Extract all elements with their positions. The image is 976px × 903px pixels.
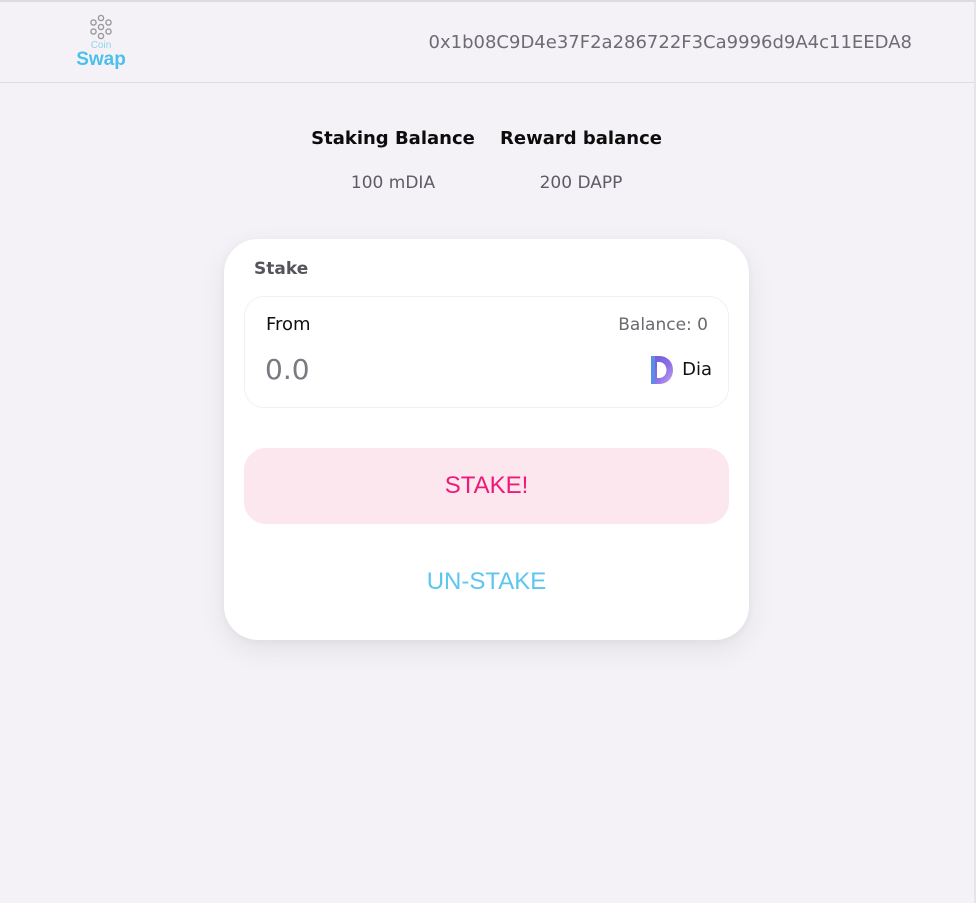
staking-balance: Staking Balance 100 mDIA xyxy=(300,126,486,193)
stake-button[interactable]: STAKE! xyxy=(244,448,729,524)
token-balance: Balance: 0 xyxy=(618,315,708,335)
from-label: From xyxy=(266,314,311,335)
staking-balance-label: Staking Balance xyxy=(311,128,475,149)
app-page: Coin Swap 0x1b08C9D4e37F2a286722F3Ca9996… xyxy=(0,0,976,903)
stake-card-title: Stake xyxy=(254,259,309,279)
logo-mark-icon xyxy=(90,14,112,40)
stake-card: Stake From Balance: 0 Dia xyxy=(224,239,749,640)
unstake-button[interactable]: UN-STAKE xyxy=(244,552,729,612)
wallet-address: 0x1b08C9D4e37F2a286722F3Ca9996d9A4c11EED… xyxy=(428,32,912,53)
coinswap-logo[interactable]: Coin Swap xyxy=(70,14,132,72)
from-input-panel: From Balance: 0 Dia xyxy=(244,296,729,408)
logo-swap-text: Swap xyxy=(76,49,126,70)
reward-balance-value: 200 DAPP xyxy=(539,173,623,193)
balances-summary: Staking Balance 100 mDIA Reward balance … xyxy=(300,126,676,206)
amount-input[interactable] xyxy=(265,349,525,389)
token-selector[interactable]: Dia xyxy=(648,353,712,387)
token-name: Dia xyxy=(682,359,712,380)
dia-token-icon xyxy=(651,356,674,384)
staking-balance-value: 100 mDIA xyxy=(350,173,436,193)
top-header: Coin Swap 0x1b08C9D4e37F2a286722F3Ca9996… xyxy=(0,2,974,83)
reward-balance: Reward balance 200 DAPP xyxy=(490,126,672,193)
reward-balance-label: Reward balance xyxy=(500,128,662,149)
